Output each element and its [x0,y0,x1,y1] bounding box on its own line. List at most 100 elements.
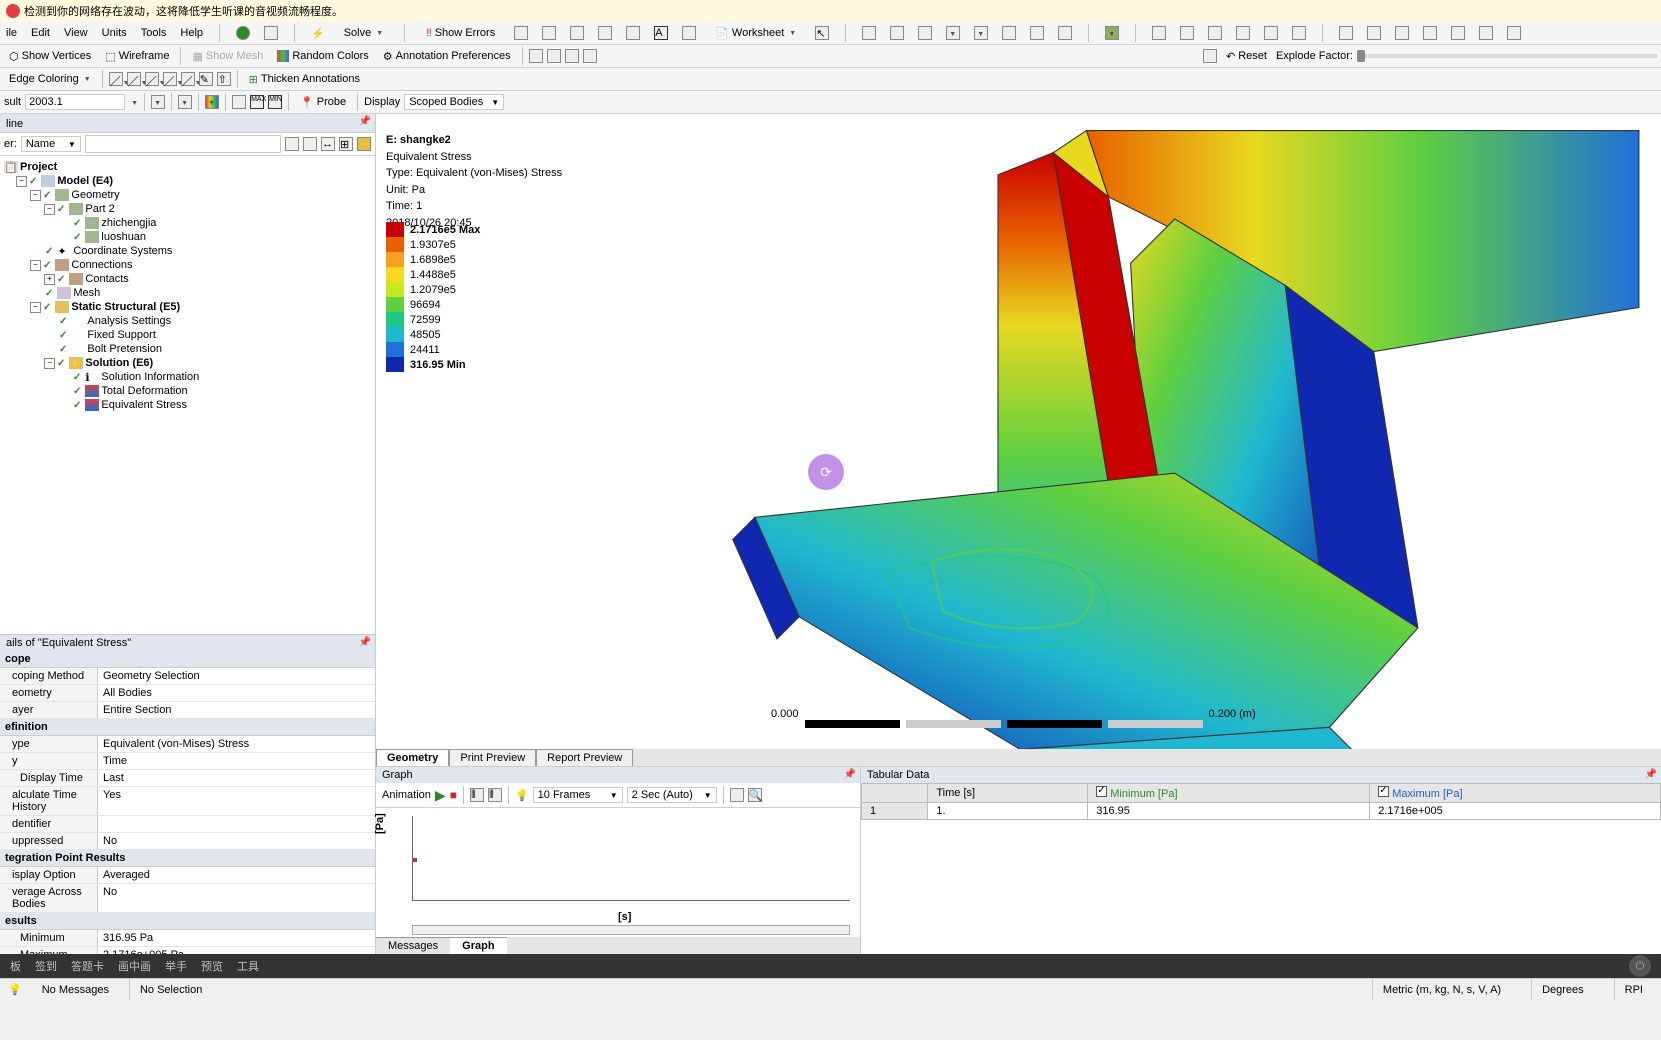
edge-d-icon[interactable]: ／ [163,72,177,86]
show-vertices-button[interactable]: ⬡ Show Vertices [4,48,96,65]
box-green-icon[interactable] [1105,26,1119,40]
view-b-icon[interactable] [1367,26,1381,40]
tree-contacts[interactable]: +Contacts [2,272,373,286]
annotation-prefs-button[interactable]: ⚙ Annotation Preferences [378,48,516,65]
select-arrow-icon[interactable]: ↖ [815,26,829,40]
edge-c-icon[interactable]: ／ [145,72,159,86]
min-label-icon[interactable]: MIN [268,95,282,109]
filter-input[interactable] [85,135,281,153]
tree-eqstress[interactable]: Equivalent Stress [2,398,373,412]
tree-bolt[interactable]: Bolt Pretension [2,342,373,356]
section-b-icon[interactable] [547,49,561,63]
solve-button[interactable]: Solve [339,25,388,41]
tree-static[interactable]: −Static Structural (E5) [2,300,373,314]
view-g-icon[interactable] [1507,26,1521,40]
collapse-icon[interactable]: − [30,260,41,271]
val-avg[interactable]: No [98,884,375,912]
edge-coloring-button[interactable]: Edge Coloring [4,71,96,87]
val-type[interactable]: Equivalent (von-Mises) Stress [98,736,375,752]
scale-dropdown-icon[interactable] [129,96,138,108]
anim-mode-a-icon[interactable]: ⦀ [470,788,484,802]
icon-f[interactable] [682,26,696,40]
filter-type-dropdown[interactable]: Name▼ [21,136,81,152]
rotate-icon[interactable] [1152,26,1166,40]
tab-graph[interactable]: Graph [450,937,506,954]
graph-plot[interactable]: [Pa] [s] [376,808,860,937]
collapse-icon[interactable]: − [44,358,55,369]
font-a-icon[interactable]: A [654,26,668,40]
cat-results[interactable]: esults [0,913,375,930]
val-by[interactable]: Time [98,753,375,769]
view-e-icon[interactable] [1451,26,1465,40]
menu-help[interactable]: Help [180,27,203,39]
zoom-fit-icon[interactable] [1264,26,1278,40]
icon-b[interactable] [542,26,556,40]
menu-edit[interactable]: Edit [31,27,50,39]
th-time[interactable]: Time [s] [928,784,1088,803]
power-button[interactable]: ⏻ [1629,955,1651,977]
tree-connections[interactable]: −Connections [2,258,373,272]
pin-icon[interactable]: 📌 [844,769,856,780]
sel-body-icon[interactable] [946,26,960,40]
tb-item-6[interactable]: 工具 [237,958,259,974]
stop-button[interactable]: ■ [450,788,457,802]
val-geom[interactable]: All Bodies [98,685,375,701]
edge-a-icon[interactable]: ／ [109,72,123,86]
expand-icon[interactable]: + [44,274,55,285]
tree-mesh[interactable]: Mesh [2,286,373,300]
sel-mode-icon[interactable] [974,26,988,40]
tool-icon[interactable] [264,26,278,40]
random-colors-button[interactable]: Random Colors [272,48,373,64]
menu-file[interactable]: ile [6,27,17,39]
fea-model[interactable] [556,114,1661,766]
tb-item-0[interactable]: 板 [10,958,21,974]
cat-integration[interactable]: tegration Point Results [0,850,375,867]
sel-mesh-icon[interactable] [1058,26,1072,40]
refresh-icon[interactable] [236,26,250,40]
sec-dropdown[interactable]: 2 Sec (Auto)▼ [627,787,717,803]
result-legend-icon[interactable] [205,95,219,109]
max-label-icon[interactable]: MAX [250,95,264,109]
pin-icon[interactable]: 📌 [359,116,371,127]
tree-project[interactable]: 📋Project [2,160,373,174]
filter-expand-icon[interactable]: ⊞ [339,137,353,151]
tree-zhichengjia[interactable]: zhichengjia [2,216,373,230]
edge-e-icon[interactable]: ／ [181,72,195,86]
worksheet-button[interactable]: 📄Worksheet [710,25,801,42]
pan-icon[interactable] [1180,26,1194,40]
collapse-icon[interactable]: − [30,302,41,313]
reset-button[interactable]: ↶ Reset [1221,48,1272,65]
sel-ext-icon[interactable] [1030,26,1044,40]
result-contour-icon[interactable] [178,95,192,109]
menu-tools[interactable]: Tools [141,27,167,39]
tb-item-5[interactable]: 预览 [201,958,223,974]
filter-folder-icon[interactable] [357,137,371,151]
probe-button[interactable]: 📍Probe [295,94,351,111]
view-f-icon[interactable] [1479,26,1493,40]
collapse-icon[interactable]: − [16,176,27,187]
tb-item-4[interactable]: 举手 [165,958,187,974]
zoom-box-icon[interactable] [1236,26,1250,40]
collapse-icon[interactable]: − [44,204,55,215]
tree-fixed[interactable]: Fixed Support [2,328,373,342]
status-messages[interactable]: No Messages [42,984,109,996]
filter-clear-icon[interactable] [285,137,299,151]
pin-icon[interactable]: 📌 [1645,769,1657,780]
view-c-icon[interactable] [1395,26,1409,40]
sel-edge-icon[interactable] [890,26,904,40]
tree-totaldef[interactable]: Total Deformation [2,384,373,398]
export-anim-icon[interactable] [730,788,744,802]
val-calctime[interactable]: Yes [98,787,375,815]
zoom-anim-icon[interactable]: 🔍 [748,788,762,802]
tree-solinfo[interactable]: ℹSolution Information [2,370,373,384]
table-row[interactable]: 1 1. 316.95 2.1716e+005 [862,803,1661,820]
section-c-icon[interactable] [565,49,579,63]
checkbox-min[interactable] [1096,786,1107,797]
viewport-3d[interactable]: E: shangke2 Equivalent Stress Type: Equi… [376,114,1661,766]
thicken-annotations-button[interactable]: ⊞ Thicken Annotations [244,71,365,88]
tab-messages[interactable]: Messages [376,937,450,954]
icon-a[interactable] [514,26,528,40]
anim-mode-b-icon[interactable]: ⦀ [488,788,502,802]
scoped-bodies-dropdown[interactable]: Scoped Bodies▼ [404,94,504,110]
icon-c[interactable] [570,26,584,40]
